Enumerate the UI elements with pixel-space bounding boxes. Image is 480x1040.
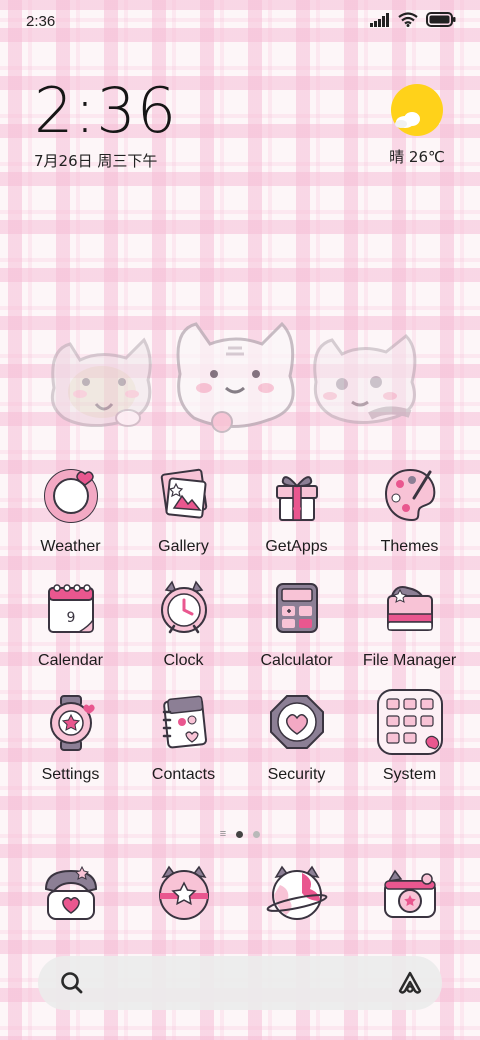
palette-icon	[374, 458, 446, 530]
kittens-illustration	[40, 310, 440, 440]
clock-widget[interactable]: 2:36 7月26日 周三下午	[34, 80, 177, 171]
status-bar: 2:36	[0, 0, 480, 44]
calculator-icon	[261, 572, 333, 644]
app-label: Calculator	[260, 652, 333, 669]
app-gallery[interactable]: Gallery	[127, 458, 240, 556]
calendar-icon: 9	[35, 572, 107, 644]
app-calendar[interactable]: 9 Calendar	[14, 572, 127, 670]
battery-icon	[426, 12, 456, 32]
app-label: File Manager	[362, 652, 457, 669]
app-label: Settings	[41, 766, 100, 783]
app-label: Security	[267, 766, 326, 783]
browser-globe-icon[interactable]	[259, 856, 335, 932]
search-bar[interactable]	[38, 956, 442, 1010]
sun-cloud-icon	[391, 84, 443, 136]
gift-box-icon	[261, 458, 333, 530]
app-label: Calendar	[38, 652, 103, 669]
app-label: System	[382, 766, 437, 783]
app-grid: Weather Gallery GetApps Themes 9 Calenda…	[14, 458, 466, 784]
widget-time: 2:36	[34, 74, 178, 147]
assistant-icon[interactable]	[396, 969, 424, 1002]
dock	[14, 856, 466, 932]
app-folder-icon	[374, 686, 446, 758]
weather-widget[interactable]: 晴 26℃	[384, 84, 450, 167]
app-file-manager[interactable]: File Manager	[353, 572, 466, 670]
app-weather[interactable]: Weather	[14, 458, 127, 556]
app-label: Gallery	[158, 538, 209, 555]
settings-gear-icon	[35, 686, 107, 758]
alarm-clock-icon	[148, 572, 220, 644]
shield-heart-icon	[261, 686, 333, 758]
camera-icon[interactable]	[372, 856, 448, 932]
phone-icon[interactable]	[33, 856, 109, 932]
menu-lines-icon[interactable]: ≡	[220, 828, 226, 840]
app-clock[interactable]: Clock	[127, 572, 240, 670]
page-dot[interactable]	[253, 830, 261, 838]
app-label: Weather	[40, 538, 101, 555]
page-dot-active[interactable]	[236, 830, 244, 838]
app-getapps[interactable]: GetApps	[240, 458, 353, 556]
shoe-box-icon	[374, 572, 446, 644]
search-icon[interactable]	[58, 969, 86, 1002]
app-security[interactable]: Security	[240, 686, 353, 784]
app-themes[interactable]: Themes	[353, 458, 466, 556]
app-label: Clock	[163, 652, 204, 669]
status-time: 2:36	[26, 13, 56, 30]
app-label: GetApps	[265, 538, 328, 555]
messages-bubble-icon[interactable]	[146, 856, 222, 932]
notebook-icon	[148, 686, 220, 758]
app-settings[interactable]: Settings	[14, 686, 127, 784]
app-calculator[interactable]: Calculator	[240, 572, 353, 670]
status-icons	[370, 12, 456, 32]
gallery-photos-icon	[148, 458, 220, 530]
signal-icon	[370, 12, 390, 32]
calendar-day-number: 9	[66, 610, 75, 626]
app-label: Contacts	[151, 766, 216, 783]
app-system-folder[interactable]: System	[353, 686, 466, 784]
widget-date: 7月26日 周三下午	[34, 152, 158, 170]
app-label: Themes	[380, 538, 439, 555]
app-contacts[interactable]: Contacts	[127, 686, 240, 784]
page-indicator[interactable]: ≡	[0, 828, 480, 840]
weather-condition-temp: 晴 26℃	[389, 148, 445, 166]
wifi-icon	[398, 12, 418, 32]
weather-ring-icon	[35, 458, 107, 530]
